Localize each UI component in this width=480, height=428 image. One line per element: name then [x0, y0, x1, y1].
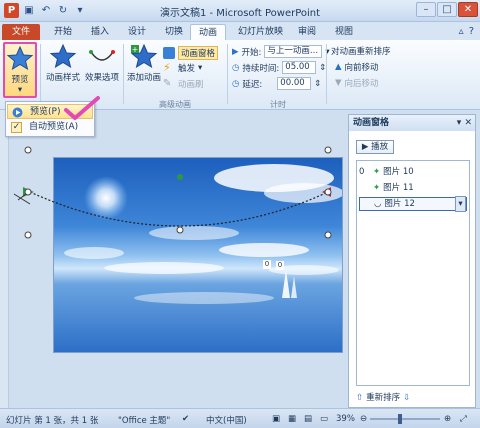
animation-pane-icon	[163, 47, 175, 59]
motion-path-overlay	[13, 146, 332, 239]
animation-list: 0 ✦ 图片 10 ✦ 图片 11 ◡ 图片 12 ▾	[356, 160, 470, 386]
clock-icon: ◷	[232, 78, 240, 89]
zoom-out-icon[interactable]: ⊖	[360, 414, 367, 424]
start-setting: ▶ 开始: 与上一动画... ▾	[232, 45, 330, 58]
star-icon	[49, 43, 77, 69]
tab-animations[interactable]: 动画	[190, 24, 227, 40]
arc-path-icon	[89, 50, 115, 61]
tab-home[interactable]: 开始	[46, 24, 80, 40]
animation-pane-header: 动画窗格 ▾ ✕	[349, 115, 475, 131]
checkmark-icon: ✓	[11, 122, 22, 133]
window-controls: – □ ✕	[416, 2, 478, 17]
tab-transitions[interactable]: 切换	[157, 24, 191, 40]
motion-path-icon: ✦	[373, 183, 381, 193]
zoom-slider-thumb[interactable]	[398, 414, 402, 424]
spinner-icon[interactable]: ⇕	[314, 79, 321, 89]
slide-sorter-icon[interactable]: ▦	[288, 414, 296, 424]
svg-text:+: +	[132, 45, 139, 54]
duration-input[interactable]: 05.00	[282, 61, 317, 74]
theme-name: "Office 主题"	[118, 416, 171, 426]
trigger-button[interactable]: ⚡ 触发 ▾	[163, 61, 202, 75]
star-icon	[6, 45, 34, 71]
zoom-slider[interactable]	[370, 418, 440, 420]
zoom-level[interactable]: 39%	[336, 414, 355, 424]
clock-icon: ◷	[232, 62, 240, 73]
list-item[interactable]: ✦ 图片 11	[359, 181, 467, 195]
effect-options-button[interactable]: 效果选项	[83, 44, 121, 83]
duration-setting: ◷ 持续时间: 05.00 ⇕	[232, 61, 327, 74]
animation-painter-button[interactable]: ✎ 动画刷	[163, 78, 204, 90]
minimize-button[interactable]: –	[416, 2, 436, 17]
move-later-button[interactable]: ▼ 向后移动	[335, 77, 379, 89]
pane-close-icon[interactable]: ▾ ✕	[457, 115, 472, 131]
title-bar: P ▣ ↶ ↻ ▾ 演示文稿1 - Microsoft PowerPoint –…	[0, 0, 480, 22]
list-item[interactable]: 0 ✦ 图片 10	[359, 165, 467, 179]
tab-insert[interactable]: 插入	[83, 24, 117, 40]
reading-view-icon[interactable]: ▤	[304, 414, 312, 424]
arc-path-icon: ◡	[374, 199, 382, 209]
list-item[interactable]: ◡ 图片 12 ▾	[359, 196, 467, 212]
group-label-advanced: 高级动画	[159, 100, 191, 109]
help-icon[interactable]: ?	[469, 26, 474, 37]
animation-pane-button[interactable]: 动画窗格	[163, 46, 219, 60]
language-indicator: 中文(中国)	[206, 416, 247, 426]
annotation-checkmark-icon	[64, 96, 100, 120]
add-animation-button[interactable]: + 添加动画	[125, 43, 163, 83]
arrow-down-icon[interactable]: ⇩	[403, 391, 410, 405]
move-earlier-button[interactable]: ▲ 向前移动	[335, 61, 379, 73]
preview-button[interactable]: 预览 ▾	[3, 42, 37, 98]
animation-pane: 动画窗格 ▾ ✕ ▶ 播放 0 ✦ 图片 10 ✦ 图片 11 ◡ 图片 12 …	[348, 114, 476, 408]
zoom-in-icon[interactable]: ⊕	[444, 414, 451, 424]
lightning-icon: ⚡	[163, 61, 171, 74]
brush-icon: ✎	[163, 78, 172, 89]
fit-slide-icon[interactable]: ⤢	[460, 414, 467, 424]
close-button[interactable]: ✕	[458, 2, 478, 17]
play-circle-icon	[12, 107, 23, 118]
motion-path-icon: ✦	[373, 167, 381, 177]
play-button[interactable]: ▶ 播放	[356, 140, 394, 154]
normal-view-icon[interactable]: ▣	[272, 414, 280, 424]
animation-styles-button[interactable]: 动画样式	[44, 43, 82, 83]
tab-slideshow[interactable]: 幻灯片放映	[230, 24, 291, 40]
tab-file[interactable]: 文件	[2, 24, 40, 40]
ribbon-tabs: 文件 开始 插入 设计 切换 动画 幻灯片放映 审阅 视图 ▵ ?	[0, 22, 480, 40]
tab-review[interactable]: 审阅	[290, 24, 324, 40]
reorder-bar: ⇧ 重新排序 ⇩	[356, 391, 411, 405]
star-plus-icon: +	[130, 43, 158, 69]
dropdown-arrow-icon[interactable]: ▾	[455, 196, 466, 212]
arrow-down-icon: ▼	[335, 78, 342, 88]
status-bar: 幻灯片 第 1 张，共 1 张 "Office 主题" ✔ 中文(中国) ▣ ▦…	[0, 408, 480, 428]
tab-view[interactable]: 视图	[327, 24, 361, 40]
window-title: 演示文稿1 - Microsoft PowerPoint	[159, 8, 321, 19]
reorder-title: 对动画重新排序	[331, 47, 391, 57]
slide-info: 幻灯片 第 1 张，共 1 张	[6, 416, 99, 426]
delay-input[interactable]: 00.00	[277, 77, 312, 90]
delay-setting: ◷ 延迟: 00.00 ⇕	[232, 77, 322, 90]
play-icon: ▶	[232, 46, 239, 57]
minimize-ribbon-icon[interactable]: ▵	[459, 26, 464, 37]
maximize-button[interactable]: □	[437, 2, 457, 17]
arrow-up-icon[interactable]: ⇧	[356, 391, 363, 405]
start-combo[interactable]: 与上一动画...	[264, 45, 323, 58]
spellcheck-icon[interactable]: ✔	[182, 414, 189, 424]
slideshow-icon[interactable]: ▭	[320, 414, 328, 424]
tab-design[interactable]: 设计	[120, 24, 154, 40]
play-icon: ▶	[361, 142, 372, 152]
group-label-timing: 计时	[270, 100, 286, 109]
menu-item-auto-preview[interactable]: ✓ 自动预览(A)	[7, 120, 93, 135]
arrow-up-icon: ▲	[335, 62, 342, 72]
